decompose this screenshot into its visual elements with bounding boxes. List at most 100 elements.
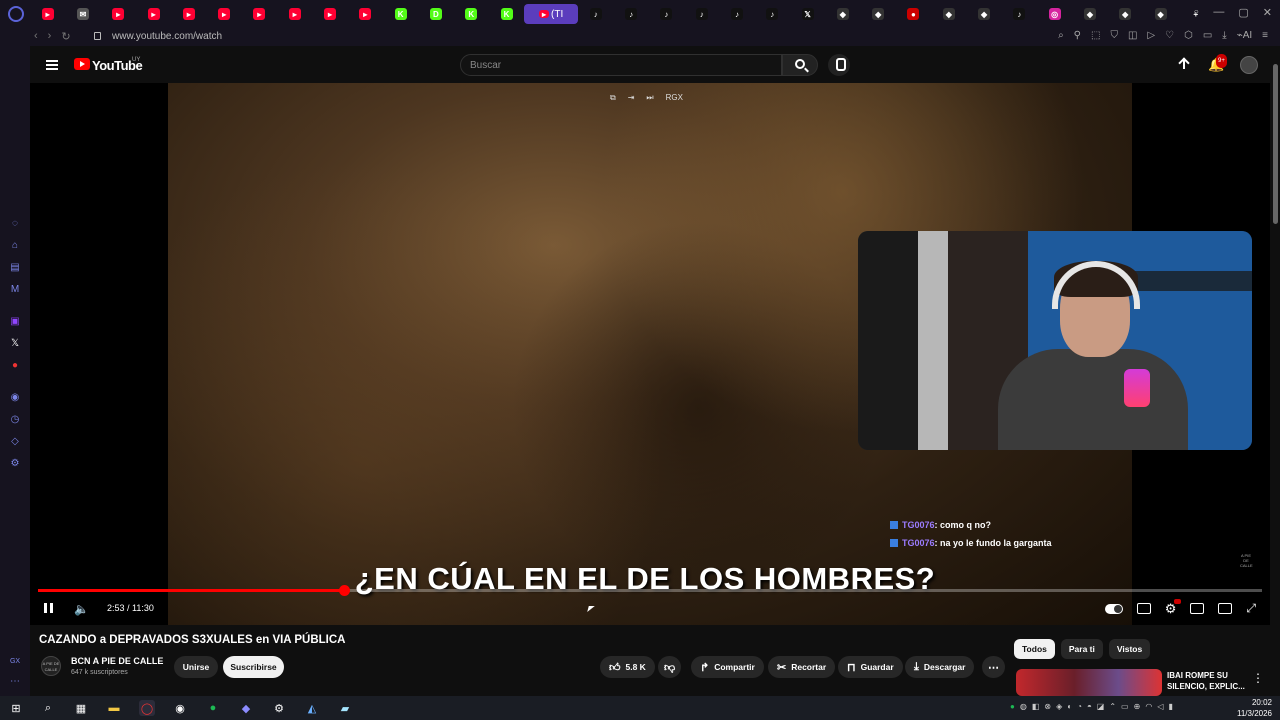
tray-icon[interactable]: ◍ bbox=[1020, 702, 1027, 711]
close-window-button[interactable]: ✕ bbox=[1263, 6, 1272, 19]
speaker-icon[interactable]: ◁ bbox=[1157, 702, 1163, 711]
start-windows-icon[interactable]: ⊞ bbox=[8, 700, 24, 716]
fullscreen-icon[interactable]: ⤢ bbox=[1246, 601, 1256, 616]
browser-tab[interactable]: ✉ bbox=[65, 4, 100, 24]
settings-taskbar-icon[interactable]: ⚙ bbox=[271, 700, 287, 716]
tray-icon[interactable]: ⌃ bbox=[1109, 702, 1116, 711]
scrollbar-thumb[interactable] bbox=[1273, 64, 1278, 224]
download-button[interactable]: ⤓ Descargar bbox=[905, 656, 975, 678]
dislike-button[interactable]: 👎︎ bbox=[658, 656, 682, 678]
record-icon[interactable]: ● bbox=[9, 360, 21, 372]
pip-tool-icon[interactable]: RGX bbox=[666, 93, 683, 103]
search-tabs-icon[interactable]: ⌕ bbox=[1193, 6, 1199, 19]
account-avatar[interactable] bbox=[1240, 56, 1258, 74]
progress-bar[interactable] bbox=[38, 585, 1262, 596]
pinboard-icon[interactable]: ◇ bbox=[9, 436, 21, 448]
maximize-button[interactable]: ▢ bbox=[1238, 6, 1248, 19]
pause-button[interactable] bbox=[44, 603, 53, 613]
battery-icon[interactable]: ▮ bbox=[1168, 702, 1172, 711]
back-button[interactable]: ‹ bbox=[34, 30, 38, 43]
tray-icon[interactable]: ◓ bbox=[1087, 702, 1092, 711]
browser-tab[interactable]: ◆ bbox=[1108, 4, 1143, 24]
browser-tab[interactable]: ♪ bbox=[578, 4, 613, 24]
tray-icon[interactable]: ◪ bbox=[1097, 702, 1105, 711]
menu-hamburger-icon[interactable] bbox=[46, 60, 58, 70]
browser-tab[interactable]: ♪ bbox=[755, 4, 790, 24]
channel-name[interactable]: BCN A PIE DE CALLE bbox=[71, 656, 163, 666]
steam-icon[interactable]: ◭ bbox=[304, 700, 320, 716]
theater-mode-icon[interactable] bbox=[1190, 603, 1205, 614]
browser-tab[interactable]: ♪ bbox=[613, 4, 648, 24]
forward-button[interactable]: › bbox=[48, 30, 52, 43]
taskbar-clock[interactable]: 20:02 11/3/2026 bbox=[1237, 697, 1272, 719]
aria-icon[interactable]: ◌ bbox=[9, 218, 21, 230]
browser-tab[interactable]: D bbox=[418, 4, 453, 24]
tray-icon[interactable]: ⊗ bbox=[1044, 702, 1051, 711]
wallet-icon[interactable]: ▭ bbox=[1203, 30, 1212, 41]
messenger-icon[interactable]: M bbox=[9, 284, 21, 296]
download-icon[interactable]: ⤓ bbox=[1222, 30, 1226, 41]
tray-icon[interactable]: ◈ bbox=[1056, 702, 1062, 711]
x-icon[interactable]: 𝕏 bbox=[9, 338, 21, 350]
browser-tab[interactable]: ◆ bbox=[931, 4, 966, 24]
browser-tab[interactable]: ◆ bbox=[825, 4, 860, 24]
browser-tab[interactable]: ◆ bbox=[861, 4, 896, 24]
browser-tab[interactable]: ◆ bbox=[966, 4, 1001, 24]
zoom-icon[interactable]: ⌕ bbox=[1058, 30, 1064, 41]
browser-tab[interactable]: ● bbox=[896, 4, 931, 24]
player-icon[interactable]: ◉ bbox=[9, 392, 21, 404]
voice-search-button[interactable] bbox=[828, 54, 850, 76]
browser-tab[interactable]: ♪ bbox=[719, 4, 754, 24]
channel-avatar[interactable]: A PIE DE CALLE bbox=[41, 656, 61, 676]
tray-icon[interactable]: ◐ bbox=[1067, 702, 1072, 711]
shield-icon[interactable]: ⛉ bbox=[1110, 30, 1118, 41]
snapshot-icon[interactable]: ⬚ bbox=[1091, 30, 1100, 41]
notifications-bell-icon[interactable]: 🔔9+ bbox=[1208, 54, 1227, 72]
more-actions-button[interactable]: ⋯ bbox=[982, 656, 1005, 678]
opera-gx-taskbar-icon[interactable]: ◯ bbox=[139, 700, 155, 716]
tray-icon[interactable]: ▭ bbox=[1121, 702, 1129, 711]
pip-tool-icon[interactable]: ⇥ bbox=[628, 93, 635, 103]
browser-tab[interactable]: K bbox=[454, 4, 489, 24]
browser-tab[interactable]: ♪ bbox=[1002, 4, 1037, 24]
recommendation-thumbnail[interactable] bbox=[1016, 669, 1162, 696]
ai-icon[interactable]: ⌁AI bbox=[1237, 30, 1252, 41]
app-taskbar-icon[interactable]: ▰ bbox=[337, 700, 353, 716]
cast-icon[interactable] bbox=[1218, 603, 1233, 614]
wifi-icon[interactable]: ◠ bbox=[1145, 702, 1152, 711]
tray-icon[interactable]: ⊕ bbox=[1134, 702, 1141, 711]
heart-icon[interactable]: ♡ bbox=[1165, 30, 1174, 41]
autoplay-toggle[interactable] bbox=[1104, 603, 1123, 614]
pip-tool-icon[interactable]: ⏭ bbox=[646, 93, 653, 103]
filter-chip[interactable]: Todos bbox=[1014, 639, 1055, 659]
browser-tab[interactable]: ▸ bbox=[136, 4, 171, 24]
share-button[interactable]: ↱ Compartir bbox=[691, 656, 764, 678]
store-icon[interactable]: ▦ bbox=[73, 700, 89, 716]
search-input[interactable]: Buscar bbox=[460, 54, 782, 76]
browser-tab[interactable]: ▸ bbox=[348, 4, 383, 24]
page-scrollbar[interactable] bbox=[1270, 46, 1280, 696]
pin-icon[interactable]: ⚲ bbox=[1074, 30, 1081, 41]
video-player[interactable]: ⧉ ⇥ ⏭ RGX TG0076: como q no? TG0076: na yo l… bbox=[30, 83, 1270, 625]
file-explorer-icon[interactable]: ▬ bbox=[106, 700, 122, 716]
tray-icon[interactable]: ◧ bbox=[1032, 702, 1040, 711]
volume-icon[interactable]: 🔈 bbox=[74, 602, 89, 616]
reload-button[interactable]: ↻ bbox=[61, 30, 70, 43]
recommendation-title[interactable]: IBAI ROMPE SU SILENCIO, EXPLIC... bbox=[1167, 670, 1245, 692]
browser-tab[interactable]: ▸ bbox=[30, 4, 65, 24]
create-upload-icon[interactable] bbox=[1178, 58, 1190, 72]
join-button[interactable]: Unirse bbox=[174, 656, 218, 678]
screenshot-icon[interactable]: ◫ bbox=[1128, 30, 1137, 41]
browser-tab[interactable]: ▸ bbox=[277, 4, 312, 24]
browser-tab[interactable]: ▸ bbox=[171, 4, 206, 24]
minimize-button[interactable]: — bbox=[1213, 6, 1224, 19]
like-button[interactable]: 👍︎ 5.8 K bbox=[600, 656, 655, 678]
filter-chip[interactable]: Vistos bbox=[1108, 639, 1151, 659]
menu-icon[interactable]: ≡ bbox=[1262, 30, 1268, 41]
browser-tab[interactable]: ◆ bbox=[1072, 4, 1107, 24]
obs-icon[interactable]: ◉ bbox=[172, 700, 188, 716]
search-button[interactable] bbox=[782, 54, 818, 76]
more-icon[interactable]: ⋯ bbox=[9, 676, 21, 688]
tray-icon[interactable]: ◔ bbox=[1077, 702, 1082, 711]
tray-spotify-icon[interactable]: ● bbox=[1010, 702, 1015, 711]
